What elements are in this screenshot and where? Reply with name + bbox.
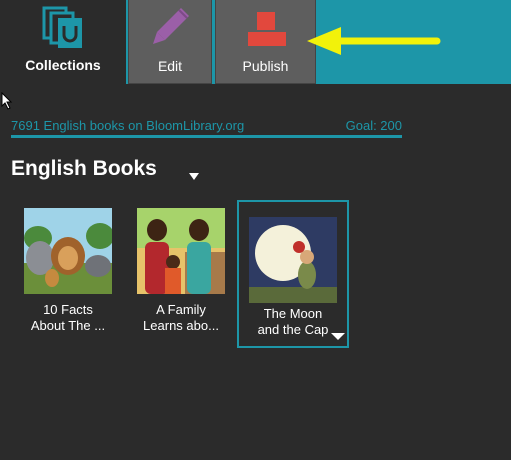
collection-title: English Books: [11, 157, 157, 180]
book-item[interactable]: 10 Facts About The ...: [12, 200, 124, 348]
library-stats-bar: 7691 English books on BloomLibrary.org G…: [11, 116, 402, 138]
book-title-line: 10 Facts: [43, 302, 93, 317]
book-thumbnail: [137, 208, 225, 294]
mouse-cursor-icon: [1, 92, 13, 110]
annotation-arrow-icon: [307, 27, 441, 55]
book-thumbnail: [249, 217, 337, 303]
book-title-line: Learns abo...: [143, 318, 219, 333]
tab-collections[interactable]: Collections: [0, 0, 126, 84]
publish-icon: [248, 12, 286, 46]
tab-publish-label: Publish: [242, 58, 289, 74]
bloom-library-books-link[interactable]: 7691 English books on BloomLibrary.org: [11, 118, 244, 133]
book-item-selected[interactable]: The Moon and the Cap: [237, 200, 349, 348]
book-thumbnail: [24, 208, 112, 294]
book-menu-caret-icon[interactable]: [331, 333, 345, 340]
book-title-line: A Family: [156, 302, 206, 317]
collections-icon: [42, 6, 82, 48]
tab-edit[interactable]: Edit: [128, 0, 212, 84]
book-item[interactable]: A Family Learns abo...: [125, 200, 237, 348]
book-title-line: The Moon: [263, 306, 323, 321]
pencil-icon: [153, 8, 189, 44]
tab-collections-label: Collections: [25, 57, 101, 73]
tab-publish[interactable]: Publish: [215, 0, 316, 84]
book-title-line: About The ...: [30, 318, 106, 333]
tab-edit-label: Edit: [157, 58, 183, 74]
collection-menu-caret-icon[interactable]: [189, 173, 199, 180]
goal-text: Goal: 200: [345, 118, 402, 133]
